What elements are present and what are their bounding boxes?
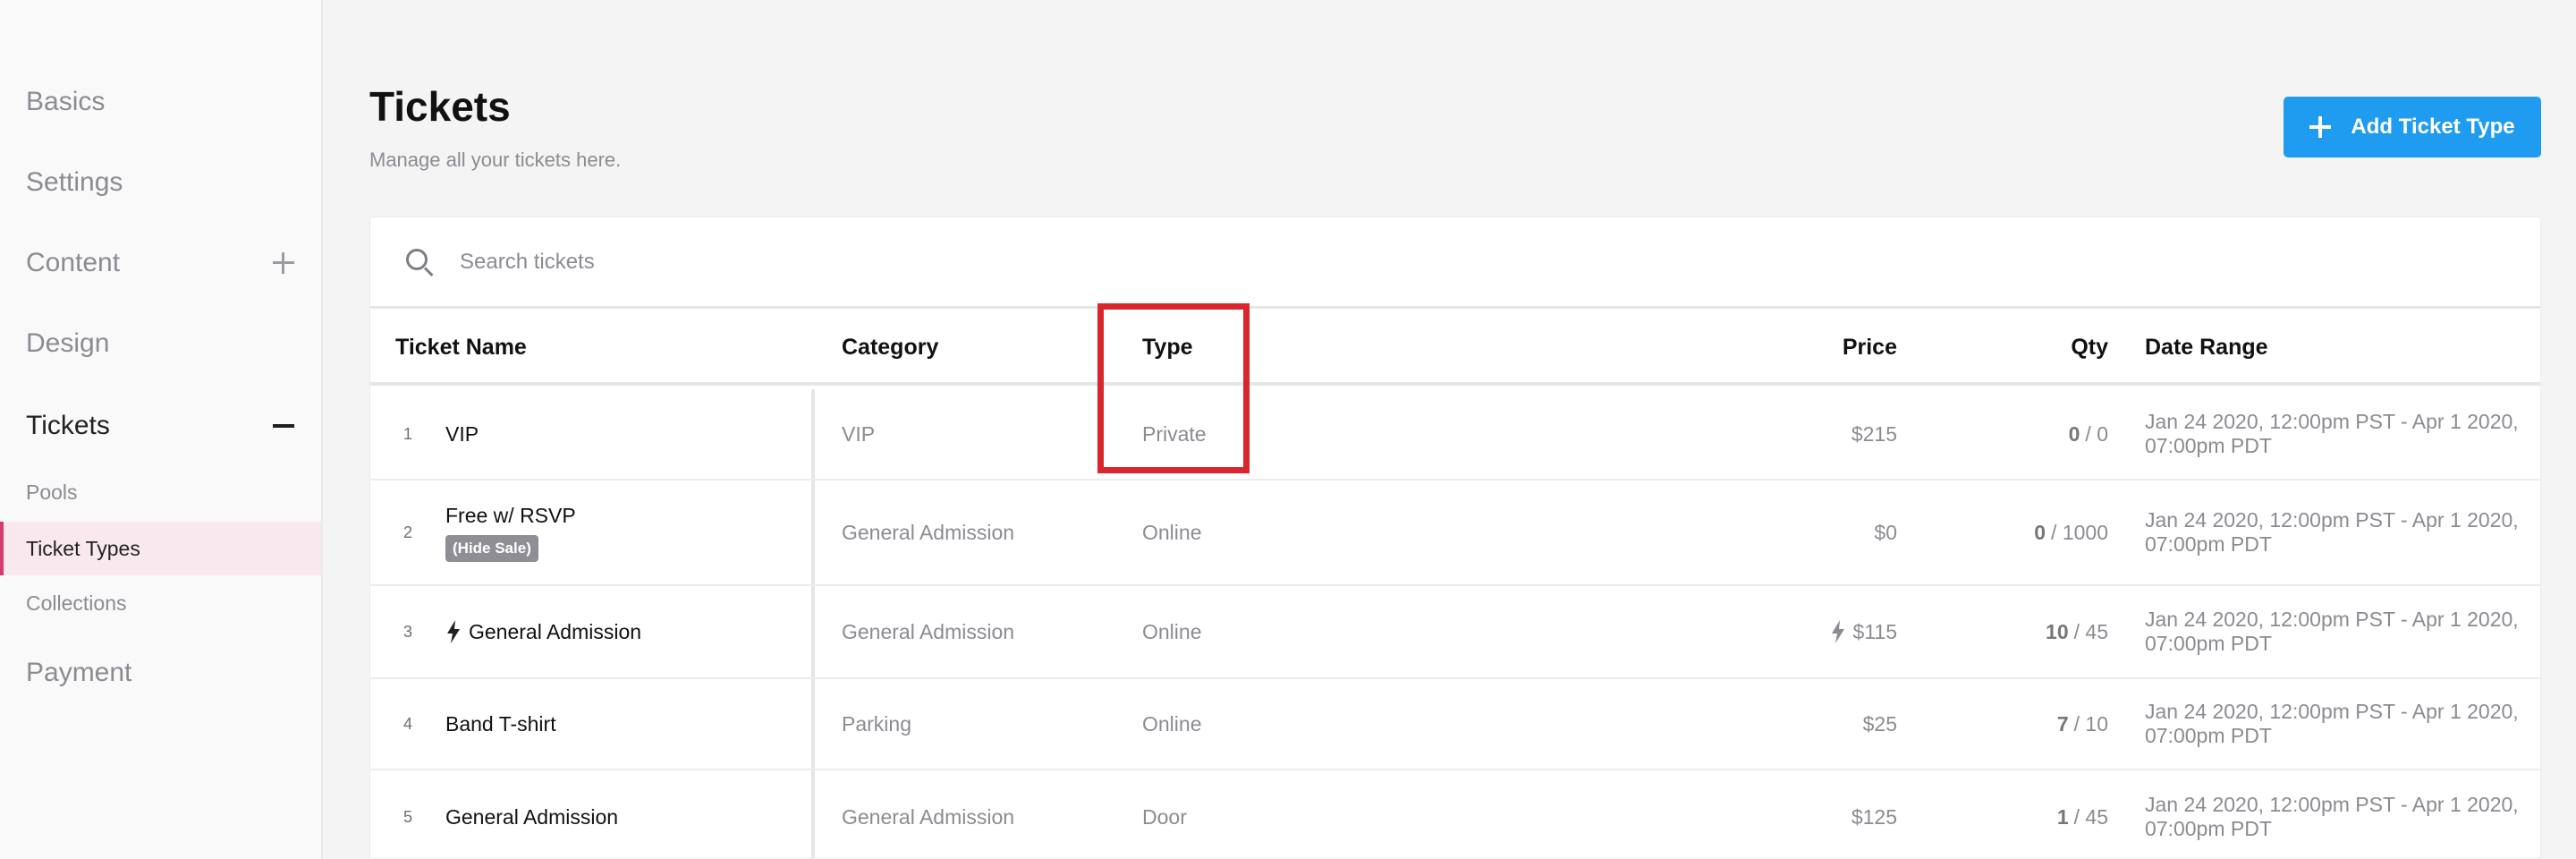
row-number: 1: [403, 424, 413, 443]
category-cell: Parking: [842, 711, 911, 736]
ticket-name-cell: General Admission: [445, 770, 618, 858]
qty-cell: 10 / 45: [1801, 586, 2108, 677]
column-divider: [811, 389, 815, 479]
qty-sold: 1: [2056, 804, 2069, 829]
column-header-category[interactable]: Category: [842, 309, 938, 386]
table-row[interactable]: 2 Free w/ RSVP (Hide Sale) General Admis…: [370, 481, 2540, 586]
row-number: 2: [403, 523, 413, 541]
search-input[interactable]: [460, 249, 996, 275]
qty-sold: 0: [2068, 421, 2080, 446]
sidebar-item-tickets[interactable]: Tickets: [0, 399, 321, 453]
column-divider: [811, 586, 815, 677]
sidebar-item-label: Payment: [26, 658, 132, 687]
category-cell: General Admission: [842, 520, 1015, 544]
category-cell: General Admission: [842, 619, 1015, 643]
qty-total: / 1000: [2051, 520, 2108, 544]
table-row[interactable]: 5 General Admission General Admission Do…: [370, 770, 2540, 858]
collapse-minus-icon[interactable]: [271, 413, 296, 438]
qty-total: / 45: [2073, 619, 2108, 643]
ticket-name-cell: Band T-shirt: [445, 679, 556, 769]
qty-cell: 1 / 45: [1801, 770, 2108, 858]
column-header-date-range[interactable]: Date Range: [2145, 309, 2268, 386]
date-range-cell: Jan 24 2020, 12:00pm PST - Apr 1 2020, 0…: [2145, 700, 2519, 747]
qty-sold: 7: [2056, 711, 2069, 736]
table-header: Ticket Name Category Type Price Qty Date…: [370, 309, 2540, 386]
sidebar-item-label: Design: [26, 328, 110, 358]
page-subtitle: Manage all your tickets here.: [369, 149, 622, 171]
qty-total: / 0: [2085, 421, 2108, 446]
add-ticket-type-button[interactable]: Add Ticket Type: [2284, 97, 2541, 157]
sidebar-item-label: Pools: [26, 480, 78, 504]
qty-cell: 0 / 1000: [1801, 481, 2108, 584]
category-cell: VIP: [842, 421, 876, 446]
plus-icon: [2309, 116, 2332, 138]
sidebar-item-pools[interactable]: Pools: [0, 465, 321, 519]
ticket-name[interactable]: General Admission: [445, 805, 618, 829]
date-range-cell: Jan 24 2020, 12:00pm PST - Apr 1 2020, 0…: [2145, 410, 2519, 457]
ticket-name-cell: Free w/ RSVP (Hide Sale): [445, 481, 576, 584]
sidebar-item-label: Content: [26, 248, 121, 277]
lightning-bolt-icon: [447, 620, 460, 643]
type-cell: Online: [1142, 619, 1202, 643]
ticket-name[interactable]: General Admission: [469, 620, 641, 644]
expand-plus-icon[interactable]: [271, 251, 296, 276]
hide-sale-badge: (Hide Sale): [445, 534, 538, 562]
row-number: 4: [403, 714, 413, 733]
page-title: Tickets: [369, 83, 511, 130]
column-header-qty[interactable]: Qty: [1801, 309, 2108, 386]
type-cell: Online: [1142, 711, 1202, 736]
date-range-cell: Jan 24 2020, 12:00pm PST - Apr 1 2020, 0…: [2145, 608, 2519, 655]
row-number: 3: [403, 622, 413, 641]
type-column-highlight-box: [1097, 303, 1250, 473]
qty-sold: 10: [2046, 619, 2069, 643]
sidebar-item-content[interactable]: Content: [0, 236, 321, 290]
type-cell: Online: [1142, 520, 1202, 544]
table-row[interactable]: 4 Band T-shirt Parking Online $25 7 / 10…: [370, 679, 2540, 770]
column-divider: [811, 770, 815, 858]
table-row[interactable]: 3 General Admission General Admission On…: [370, 586, 2540, 679]
add-ticket-type-label: Add Ticket Type: [2351, 115, 2515, 139]
qty-total: / 10: [2073, 711, 2108, 736]
qty-sold: 0: [2034, 520, 2046, 544]
ticket-name-cell: VIP: [445, 389, 479, 479]
sidebar-item-settings[interactable]: Settings: [0, 156, 321, 209]
sidebar-item-payment[interactable]: Payment: [0, 646, 321, 700]
date-range-cell: Jan 24 2020, 12:00pm PST - Apr 1 2020, 0…: [2145, 793, 2519, 840]
tickets-table-card: Ticket Name Category Type Price Qty Date…: [369, 217, 2541, 859]
type-cell: Door: [1142, 804, 1187, 829]
qty-total: / 45: [2073, 804, 2108, 829]
sidebar-item-collections[interactable]: Collections: [0, 576, 321, 630]
column-divider: [811, 679, 815, 769]
sidebar-item-label: Ticket Types: [26, 536, 140, 560]
ticket-name-cell: General Admission: [445, 586, 641, 677]
qty-cell: 7 / 10: [1801, 679, 2108, 769]
sidebar-item-basics[interactable]: Basics: [0, 75, 321, 129]
sidebar-item-label: Collections: [26, 591, 127, 615]
row-number: 5: [403, 807, 413, 826]
ticket-name-line: General Admission: [445, 620, 641, 644]
column-header-ticket-name[interactable]: Ticket Name: [395, 309, 527, 386]
qty-cell: 0 / 0: [1801, 389, 2108, 479]
table-row[interactable]: 1 VIP VIP Private $215 0 / 0 Jan 24 2020…: [370, 389, 2540, 481]
ticket-name[interactable]: Band T-shirt: [445, 712, 556, 736]
date-range-cell: Jan 24 2020, 12:00pm PST - Apr 1 2020, 0…: [2145, 508, 2519, 556]
category-cell: General Admission: [842, 804, 1015, 829]
sidebar-item-label: Basics: [26, 87, 106, 116]
ticket-name[interactable]: VIP: [445, 422, 479, 447]
sidebar: Basics Settings Content Design Tickets P…: [0, 0, 323, 859]
search-icon: [404, 247, 435, 277]
sidebar-item-ticket-types[interactable]: Ticket Types: [0, 522, 321, 575]
ticket-name[interactable]: Free w/ RSVP: [445, 504, 576, 528]
sidebar-item-label: Settings: [26, 167, 123, 197]
search-bar: [370, 217, 2540, 309]
sidebar-item-label: Tickets: [26, 411, 110, 440]
sidebar-item-design[interactable]: Design: [0, 317, 321, 370]
column-divider: [811, 481, 815, 584]
